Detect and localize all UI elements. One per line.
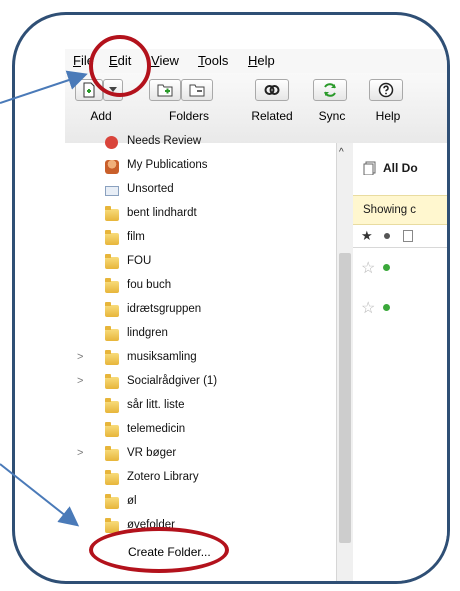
annotation-arrows bbox=[0, 70, 88, 527]
arrow-to-toolbar bbox=[0, 70, 88, 104]
arrow-to-create-folder bbox=[0, 463, 80, 527]
